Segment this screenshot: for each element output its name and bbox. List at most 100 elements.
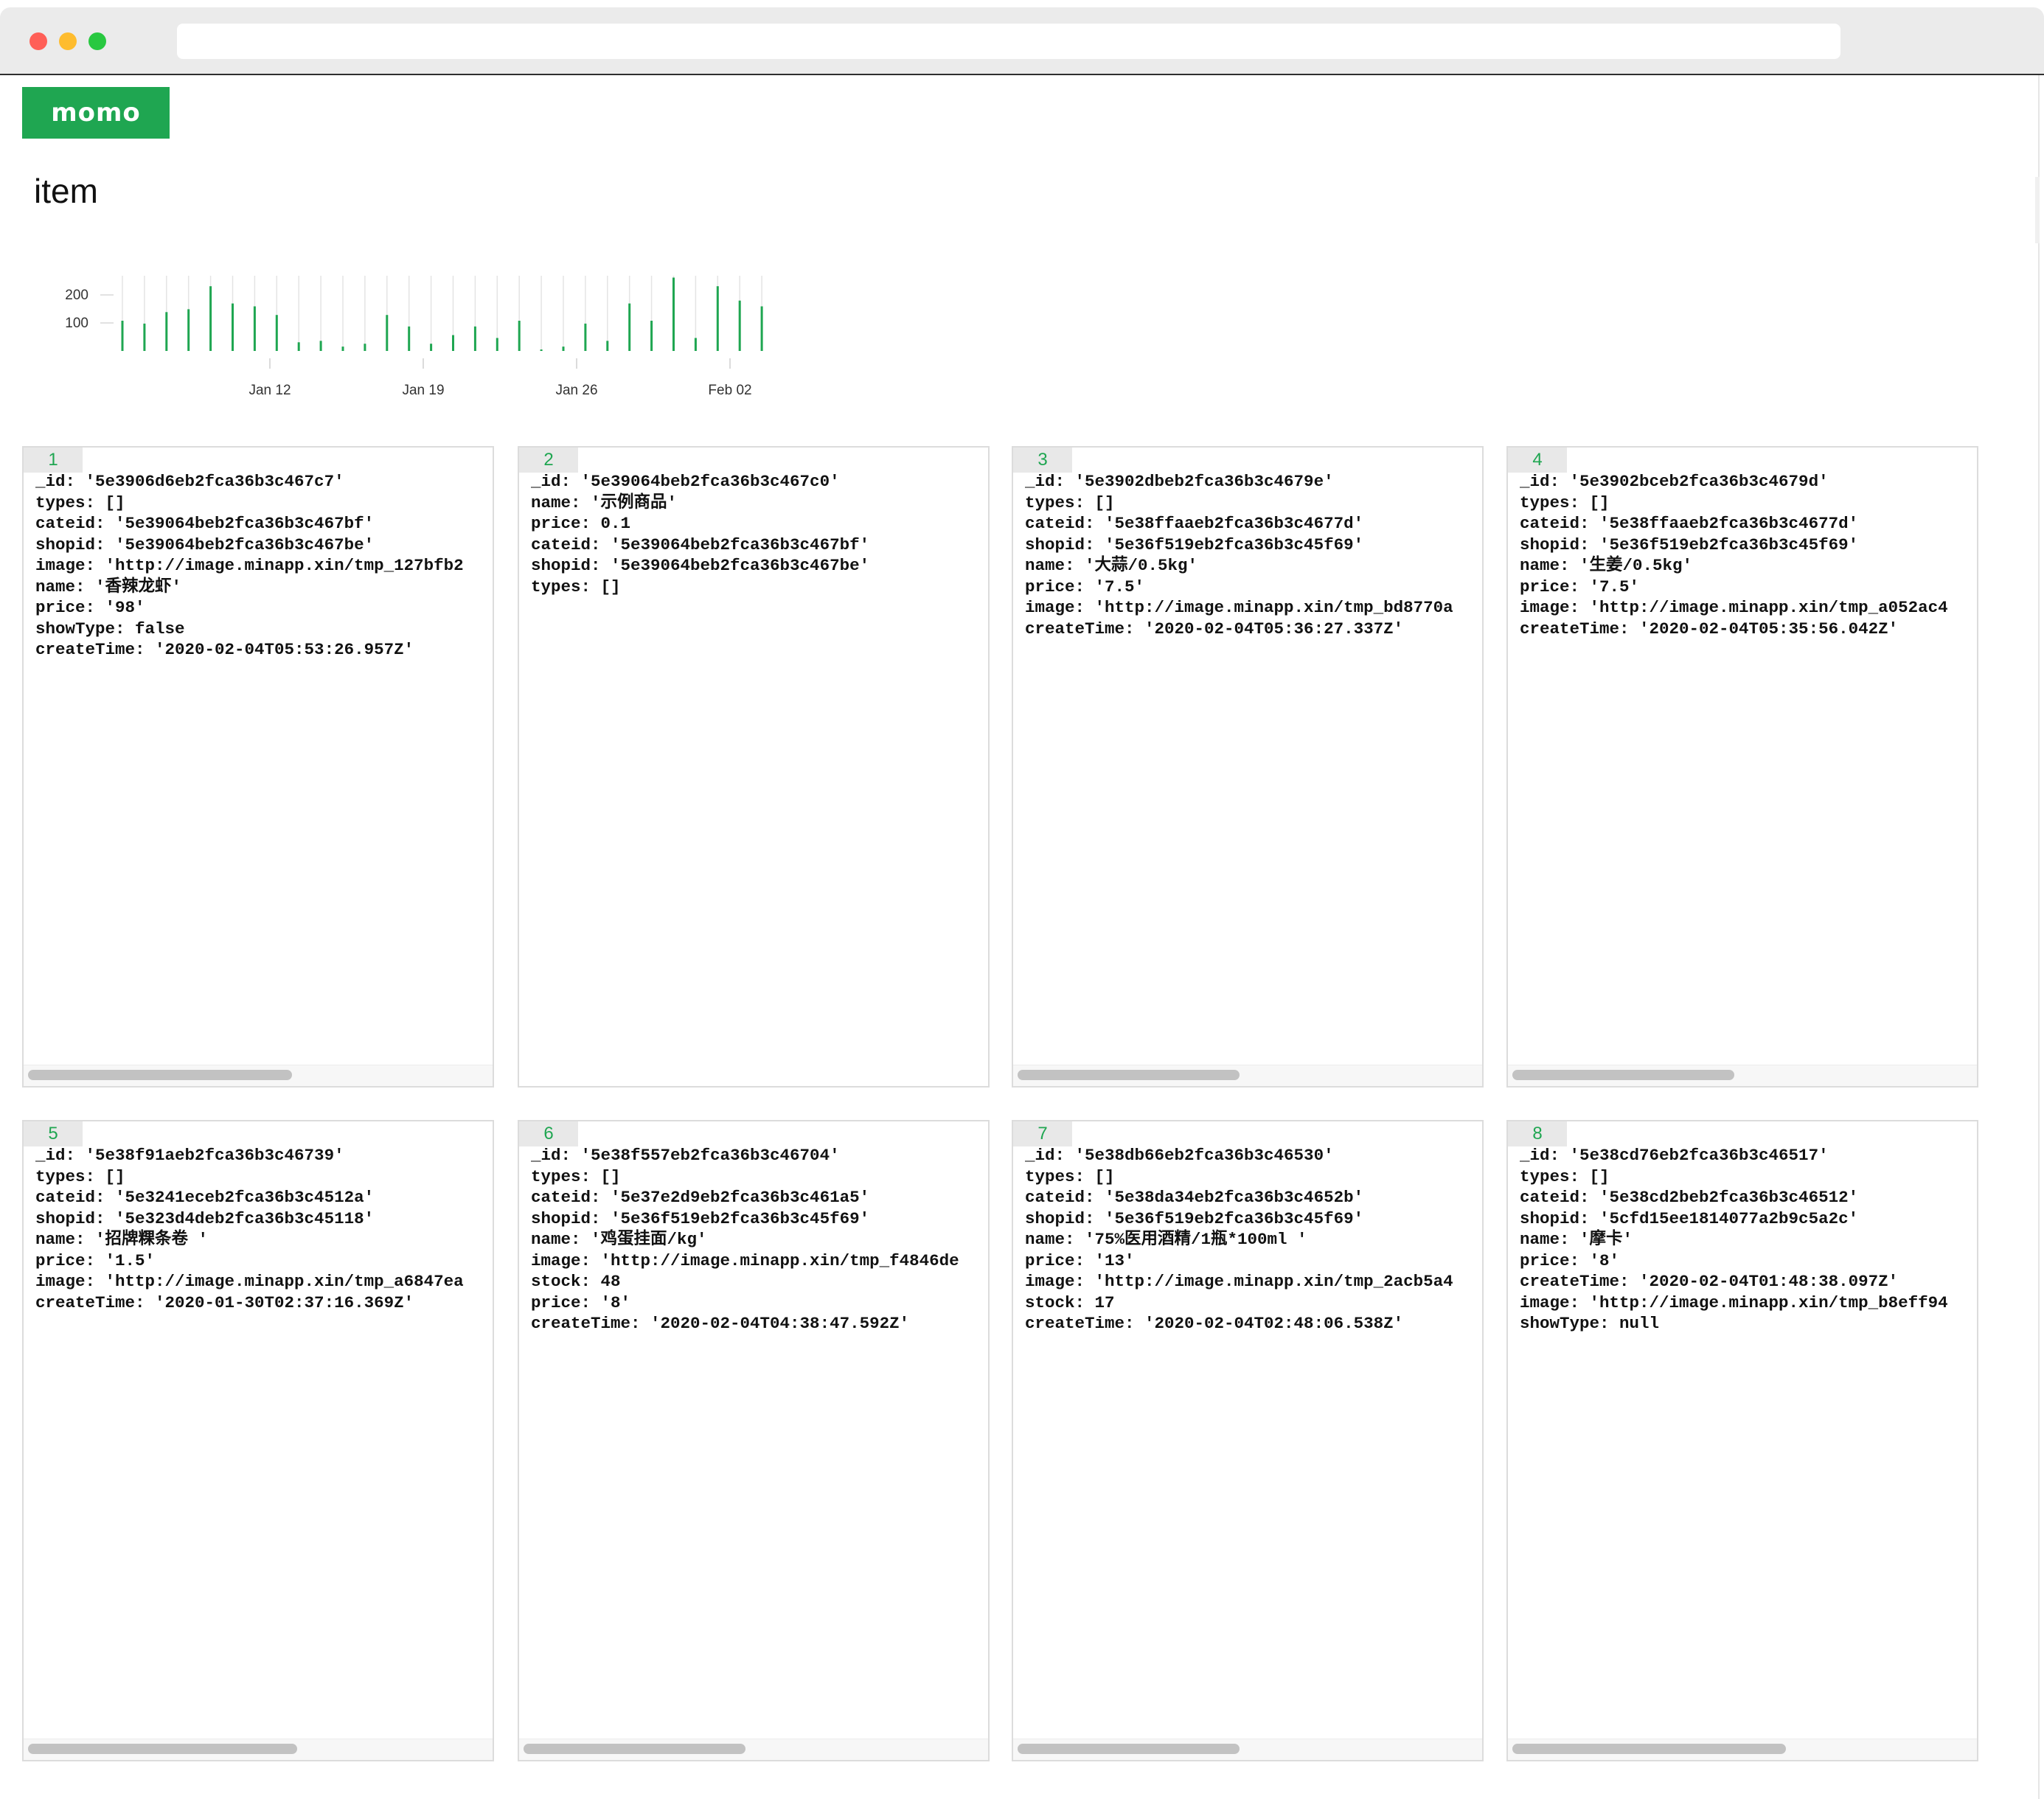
card-horizontal-scrollbar[interactable] xyxy=(1508,1739,1977,1760)
bar[interactable] xyxy=(716,286,719,351)
card-index: 4 xyxy=(1508,448,1567,473)
bar[interactable] xyxy=(650,321,653,351)
bar[interactable] xyxy=(386,315,389,351)
card-scrollbar-thumb[interactable] xyxy=(1512,1070,1734,1080)
bar[interactable] xyxy=(408,326,411,351)
bar[interactable] xyxy=(165,312,168,351)
bar[interactable] xyxy=(121,321,124,351)
bar[interactable] xyxy=(672,277,675,352)
bar[interactable] xyxy=(452,335,454,352)
card-horizontal-scrollbar[interactable] xyxy=(1508,1065,1977,1086)
bar[interactable] xyxy=(760,306,763,352)
card-index: 5 xyxy=(24,1121,83,1146)
bar[interactable] xyxy=(694,338,697,351)
card-horizontal-scrollbar[interactable] xyxy=(24,1065,493,1086)
record-field-line: _id: '5e3902dbeb2fca36b3c4679e' xyxy=(1025,472,1334,491)
card-index: 7 xyxy=(1013,1121,1072,1146)
minimize-window-icon[interactable] xyxy=(59,32,77,50)
address-bar[interactable] xyxy=(177,24,1840,59)
bar[interactable] xyxy=(430,344,433,351)
item-card[interactable]: 3 _id: '5e3902dbeb2fca36b3c4679e' types: [… xyxy=(1012,446,1484,1088)
bar[interactable] xyxy=(275,315,278,351)
x-tick-label: Jan 19 xyxy=(402,383,444,398)
record-field-line: image: 'http://image.minapp.xin/tmp_127b… xyxy=(35,556,464,575)
record-field-line: createTime: '2020-02-04T01:48:38.097Z' xyxy=(1520,1272,1899,1291)
momo-logo[interactable]: momo xyxy=(22,87,170,139)
record-field-line: cateid: '5e38cd2beb2fca36b3c46512' xyxy=(1520,1188,1859,1207)
card-scrollbar-thumb[interactable] xyxy=(28,1744,297,1754)
record-field-line: shopid: '5e39064beb2fca36b3c467be' xyxy=(531,556,870,575)
record-field-line: _id: '5e3906d6eb2fca36b3c467c7' xyxy=(35,472,344,491)
card-scrollbar-thumb[interactable] xyxy=(524,1744,745,1754)
bar[interactable] xyxy=(540,349,543,351)
bar[interactable] xyxy=(606,341,609,351)
bar[interactable] xyxy=(253,306,256,352)
record-field-line: name: '香辣龙虾' xyxy=(35,577,182,596)
record-field-line: shopid: '5e39064beb2fca36b3c467be' xyxy=(35,535,375,554)
y-tick-label: 100 xyxy=(65,316,88,331)
bar[interactable] xyxy=(341,347,344,351)
item-card[interactable]: 4 _id: '5e3902bceb2fca36b3c4679d' types: [… xyxy=(1506,446,1978,1088)
card-scrollbar-thumb[interactable] xyxy=(1018,1744,1240,1754)
card-scrollbar-thumb[interactable] xyxy=(1018,1070,1240,1080)
card-record-text: _id: '5e38db66eb2fca36b3c46530' types: []… xyxy=(1025,1145,1482,1335)
card-scrollbar-thumb[interactable] xyxy=(28,1070,292,1080)
card-record-text: _id: '5e39064beb2fca36b3c467c0' name: '示例… xyxy=(531,471,988,597)
record-field-line: image: 'http://image.minapp.xin/tmp_a052… xyxy=(1520,598,1948,617)
x-tick-label: Jan 12 xyxy=(248,383,291,398)
record-field-line: name: '摩卡' xyxy=(1520,1230,1633,1249)
item-card[interactable]: 5 _id: '5e38f91aeb2fca36b3c46739' types: [… xyxy=(22,1120,494,1761)
bar[interactable] xyxy=(187,309,190,351)
record-field-line: createTime: '2020-02-04T04:38:47.592Z' xyxy=(531,1314,910,1333)
item-card[interactable]: 1 _id: '5e3906d6eb2fca36b3c467c7' types: [… xyxy=(22,446,494,1088)
bar[interactable] xyxy=(628,303,631,351)
record-field-line: createTime: '2020-02-04T05:36:27.337Z' xyxy=(1025,619,1404,638)
item-card[interactable]: 2 _id: '5e39064beb2fca36b3c467c0' name: '示… xyxy=(518,446,990,1088)
bar[interactable] xyxy=(518,321,521,351)
card-index: 2 xyxy=(519,448,578,473)
bar[interactable] xyxy=(297,342,300,351)
bar[interactable] xyxy=(143,323,146,351)
record-field-line: shopid: '5e36f519eb2fca36b3c45f69' xyxy=(1025,1208,1364,1228)
card-index: 3 xyxy=(1013,448,1072,473)
record-field-line: image: 'http://image.minapp.xin/tmp_b8ef… xyxy=(1520,1292,1948,1312)
record-field-line: name: '大蒜/0.5kg' xyxy=(1025,556,1198,575)
card-record-text: _id: '5e38f91aeb2fca36b3c46739' types: []… xyxy=(35,1145,493,1313)
record-field-line: _id: '5e38db66eb2fca36b3c46530' xyxy=(1025,1146,1334,1165)
record-field-line: createTime: '2020-01-30T02:37:16.369Z' xyxy=(35,1292,414,1312)
close-window-icon[interactable] xyxy=(29,32,47,50)
card-horizontal-scrollbar[interactable] xyxy=(1013,1739,1482,1760)
record-field-line: price: '1.5' xyxy=(35,1250,156,1270)
bar[interactable] xyxy=(364,344,366,351)
card-horizontal-scrollbar[interactable] xyxy=(24,1739,493,1760)
record-field-line: price: '8' xyxy=(1520,1250,1620,1270)
page-scrollbar-thumb[interactable] xyxy=(2035,177,2040,243)
record-field-line: types: [] xyxy=(1025,1166,1115,1186)
bar[interactable] xyxy=(319,341,322,351)
card-record-text: _id: '5e3906d6eb2fca36b3c467c7' types: []… xyxy=(35,471,493,661)
record-field-line: types: [] xyxy=(1520,493,1610,512)
item-card[interactable]: 6 _id: '5e38f557eb2fca36b3c46704' types: [… xyxy=(518,1120,990,1761)
record-field-line: types: [] xyxy=(1025,493,1115,512)
bar[interactable] xyxy=(496,338,498,351)
record-field-line: cateid: '5e38ffaaeb2fca36b3c4677d' xyxy=(1025,514,1364,533)
card-record-text: _id: '5e38cd76eb2fca36b3c46517' types: []… xyxy=(1520,1145,1977,1335)
record-field-line: createTime: '2020-02-04T05:35:56.042Z' xyxy=(1520,619,1899,638)
maximize-window-icon[interactable] xyxy=(88,32,106,50)
bar[interactable] xyxy=(473,326,476,351)
bar[interactable] xyxy=(584,323,587,351)
item-card[interactable]: 7 _id: '5e38db66eb2fca36b3c46530' types: [… xyxy=(1012,1120,1484,1761)
card-horizontal-scrollbar[interactable] xyxy=(1013,1065,1482,1086)
card-scrollbar-thumb[interactable] xyxy=(1512,1744,1786,1754)
record-field-line: cateid: '5e38da34eb2fca36b3c4652b' xyxy=(1025,1188,1364,1207)
bar[interactable] xyxy=(562,347,565,351)
record-field-line: name: '生姜/0.5kg' xyxy=(1520,556,1693,575)
record-field-line: shopid: '5e36f519eb2fca36b3c45f69' xyxy=(1520,535,1859,554)
bar[interactable] xyxy=(232,303,234,351)
bar[interactable] xyxy=(738,300,741,351)
card-horizontal-scrollbar[interactable] xyxy=(519,1739,988,1760)
record-field-line: stock: 48 xyxy=(531,1272,621,1291)
bar[interactable] xyxy=(209,286,212,351)
item-card[interactable]: 8 _id: '5e38cd76eb2fca36b3c46517' types: [… xyxy=(1506,1120,1978,1761)
record-field-line: image: 'http://image.minapp.xin/tmp_f484… xyxy=(531,1250,959,1270)
